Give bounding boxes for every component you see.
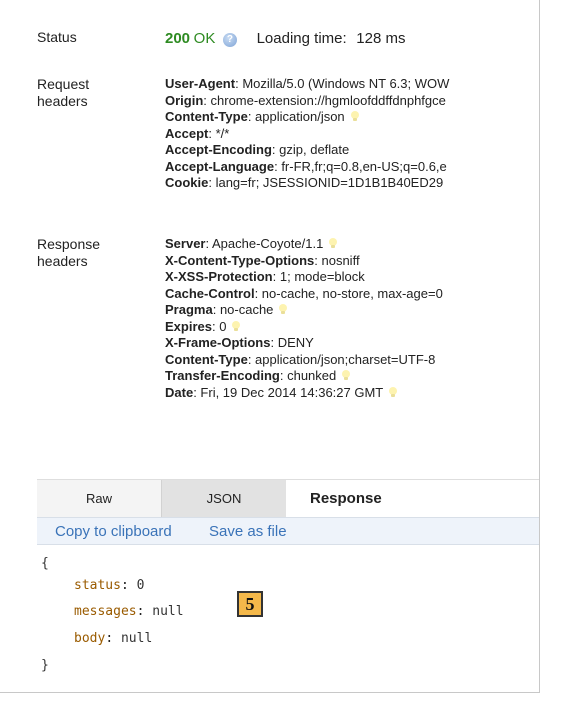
response-headers-list: Server: Apache-Coyote/1.1 X-Content-Type… [165,236,539,401]
request-headers-label-line1: Request [37,76,90,92]
status-text: OK [193,31,216,47]
hint-bulb-icon[interactable] [350,111,359,122]
request-headers-label: Request headers [37,76,157,110]
response-header-x-frame-options: X-Frame-Options: DENY [165,335,314,350]
response-header-x-xss-protection: X-XSS-Protection: 1; mode=block [165,269,365,284]
response-panel: Status 200 OK ? Loading time: 128 ms Req… [0,0,540,693]
tab-response-title: Response [286,480,539,518]
hint-bulb-icon[interactable] [232,320,241,332]
json-response-body: { status: 0 messages: null body: null } [37,545,539,692]
response-header-expires: Expires: 0 [165,319,539,336]
hint-bulb-icon[interactable] [279,304,288,315]
loading-time-label: Loading time: [256,31,347,47]
json-close-brace: } [41,658,49,673]
status-label: Status [37,29,77,45]
request-headers-label-line2: headers [37,93,88,109]
json-open-brace: { [41,556,49,571]
save-as-file-link[interactable]: Save as file [209,523,287,540]
request-header-origin: Origin: chrome-extension://hgmloofddffdn… [165,92,446,108]
response-headers-label-line1: Response [37,236,101,252]
status-value: 200 OK ? Loading time: 128 ms [165,31,539,48]
response-header-cache-control: Cache-Control: no-cache, no-store, max-a… [165,285,443,301]
request-header-accept-encoding: Accept-Encoding: gzip, deflate [165,142,350,157]
response-header-server: Server: Apache-Coyote/1.1 [165,236,539,253]
status-code: 200 [165,31,191,47]
response-header-pragma: Pragma: no-cache [165,302,539,319]
hint-bulb-icon[interactable] [329,238,338,249]
response-header-content-type: Content-Type: application/json;charset=U… [165,351,436,367]
response-view-tabs: Raw JSON Response [37,479,539,518]
json-line-status: status: 0 [74,578,145,593]
request-header-content-type: Content-Type: application/json [165,109,539,126]
hint-bulb-icon[interactable] [342,370,351,381]
response-header-x-content-type-options: X-Content-Type-Options: nosniff [165,252,360,268]
request-header-cookie: Cookie: lang=fr; JSESSIONID=1D1B1B40ED29 [165,175,444,190]
tab-json[interactable]: JSON [161,480,287,518]
request-header-accept-language: Accept-Language: fr-FR,fr;q=0.8,en-US;q=… [165,158,447,174]
response-header-date: Date: Fri, 19 Dec 2014 14:36:27 GMT [165,385,539,402]
loading-time-value: 128 ms [356,31,406,47]
hint-bulb-icon[interactable] [389,386,398,398]
tab-raw[interactable]: Raw [37,480,161,518]
step-number-badge: 5 [237,591,263,617]
response-header-transfer-encoding: Transfer-Encoding: chunked [165,368,539,385]
json-line-messages: messages: null [74,604,184,619]
request-header-user-agent: User-Agent: Mozilla/5.0 (Windows NT 6.3;… [165,76,450,91]
response-actions-bar: Copy to clipboard Save as file [37,517,539,545]
copy-to-clipboard-link[interactable]: Copy to clipboard [55,523,172,540]
json-line-body: body: null [74,631,153,646]
request-headers-list: User-Agent: Mozilla/5.0 (Windows NT 6.3;… [165,76,539,192]
help-icon[interactable]: ? [222,33,237,47]
response-headers-label-line2: headers [37,253,88,269]
request-header-accept: Accept: */* [165,125,230,141]
response-headers-label: Response headers [37,236,157,270]
